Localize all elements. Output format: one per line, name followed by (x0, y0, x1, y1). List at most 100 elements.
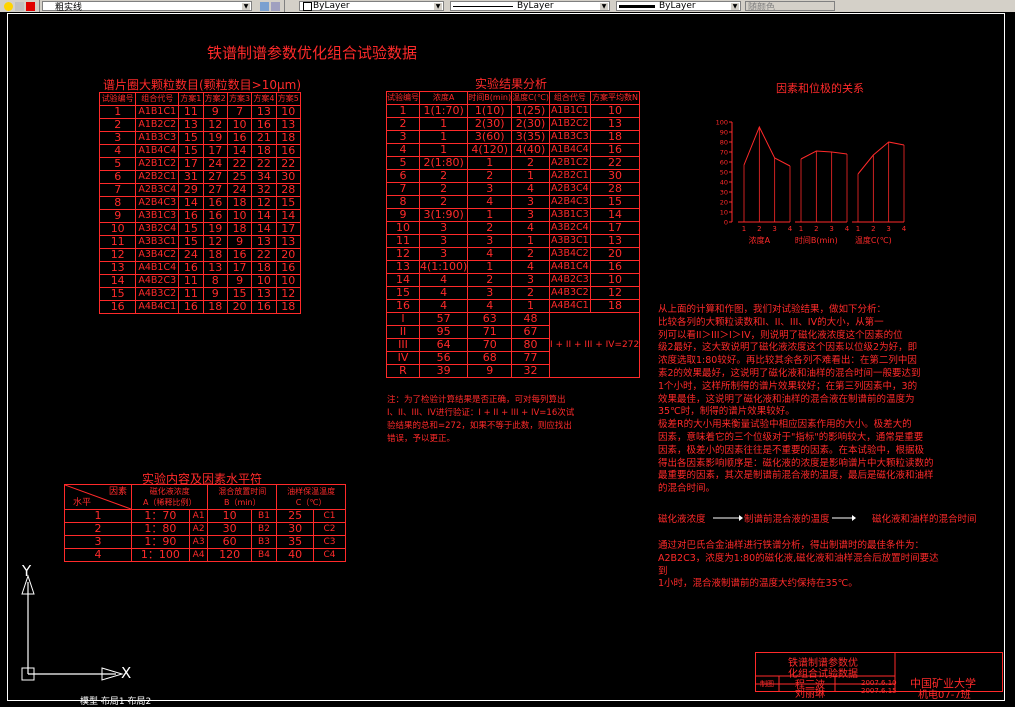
chevron-down-icon[interactable]: ▼ (242, 3, 250, 10)
table-cell: 1：90 (131, 535, 190, 549)
table-cell: 1 (511, 299, 550, 313)
table-row: 8 2 4 3 A2B4C3 15 (386, 195, 641, 209)
table-cell: 17 (589, 221, 641, 235)
table-cell: 2(1:80) (418, 156, 469, 170)
table-cell: 2 (418, 182, 469, 196)
table-cell: 2 (64, 522, 132, 536)
table-cell: 16 (98, 300, 137, 314)
chevron-down-icon[interactable]: ▼ (434, 3, 442, 10)
table-cell: 10 (226, 118, 253, 132)
table-cell: 30 (207, 522, 252, 536)
lineweight-select[interactable]: ByLayer ▼ (616, 1, 741, 11)
table-cell: 17 (202, 144, 228, 158)
table1-title: 谱片圈大颗粒数目(颗粒数目>10μm) (103, 78, 302, 92)
table-cell: A1B3C3 (135, 131, 180, 145)
text-line: 得出各因素影响顺序是：磁化液的浓度是影响谱片中大颗粒读数的 (658, 457, 934, 469)
table-cell: A3B2C4 (548, 221, 591, 235)
layer-state-icon[interactable] (4, 1, 13, 11)
table-cell: 9 (202, 105, 228, 119)
table-cell: 6 (386, 169, 420, 183)
table-cell: 3 (418, 221, 469, 235)
y-tick-label: 80 (720, 139, 728, 147)
color-select-value: ByLayer (313, 1, 350, 11)
chevron-down-icon[interactable]: ▼ (731, 3, 739, 10)
color-select[interactable]: ByLayer ▼ (299, 1, 444, 11)
text-line: 35℃时，制得的谱片效果较好。 (658, 406, 795, 418)
layer-color-icon[interactable] (26, 1, 35, 11)
table-cell: 16 (202, 196, 228, 210)
table-row: 11 3 3 1 A3B3C1 13 (386, 234, 641, 248)
layer-lock-icon[interactable] (15, 1, 24, 11)
table-cell: 24 (178, 248, 204, 262)
table-header-cell: 温度C(℃) (511, 91, 550, 105)
table-cell: B1 (250, 509, 278, 523)
text-line: 极差R的大小用来衡量试验中相应因素作用的大小。极差大的 (658, 419, 912, 431)
table-header-cell: 混合放置时间 B（min） (207, 484, 278, 510)
color-swatch-icon (303, 1, 312, 11)
table-cell: 22 (275, 157, 302, 171)
table-cell: 13 (589, 234, 641, 248)
table-cell: 14 (98, 274, 137, 288)
table-cell: 8 (98, 196, 137, 210)
table-cell: 24 (226, 183, 253, 197)
text-line: 因素，意味着它的三个位级对于"指标"的影响较大，通常是重要 (658, 431, 924, 443)
note-line: I、II、III、IV进行验证：I + II + III + IV=16次试 (387, 408, 575, 418)
table-cell: C3 (313, 535, 346, 549)
drawing-canvas[interactable]: 铁谱制谱参数优化组合试验数据 谱片圈大颗粒数目(颗粒数目>10μm) 试验编号组… (0, 12, 1015, 703)
layer-previous-icon[interactable] (271, 1, 280, 11)
table-cell: 13 (589, 117, 641, 131)
table-cell: 17 (226, 261, 253, 275)
table-cell: 2 (511, 247, 550, 261)
table-row: 6 2 2 1 A2B2C1 30 (386, 169, 641, 183)
table1: 试验编号 组合代号 方案1 方案2 方案3 方案4 方案5 1 A1B1C1 11 9 7 13 10 2 A… (98, 92, 302, 314)
table-cell: 18 (589, 299, 641, 313)
chevron-down-icon[interactable]: ▼ (600, 3, 608, 10)
table-row: 试验编号 浓度A 时间B(min) 温度C(℃) 组合代号 方案平均数N (386, 91, 641, 105)
table-cell: A3B3C1 (548, 234, 591, 248)
table-cell: 3 (467, 234, 513, 248)
x-tick-label: 2 (871, 225, 875, 233)
table2: 试验编号 浓度A 时间B(min) 温度C(℃) 组合代号 方案平均数N 1 1(1:70) 1… (386, 91, 641, 378)
x-tick-label: 4 (788, 225, 793, 233)
note-line: 错误，予以更正。 (387, 434, 456, 444)
table-cell: 13 (251, 287, 277, 301)
table-cell: 4(40) (511, 143, 550, 157)
y-tick-label: 100 (716, 119, 728, 127)
table-cell: 10 (275, 105, 302, 119)
table-cell: 1 (418, 130, 469, 144)
linetype-property-select[interactable]: ByLayer ▼ (450, 1, 610, 11)
table-cell: 77 (511, 351, 550, 365)
layout-tabs[interactable]: 模型 布局1 布局2 (80, 694, 151, 707)
table3: 因素 水平 磁化液浓度 A（稀释比例） 混合放置时间 B（min） 油样保温温度 C（℃） 1 1… (64, 484, 346, 562)
table-cell: A2 (188, 522, 209, 536)
table-cell: 3 (511, 273, 550, 287)
linetype-select[interactable]: 粗实线 ▼ (42, 1, 252, 12)
table-cell: A1B3C3 (548, 130, 591, 144)
table-cell: 19 (202, 131, 228, 145)
table-cell: A2B3C4 (548, 182, 591, 196)
table-cell: R (386, 364, 420, 378)
header-line: C（℃） (295, 498, 327, 507)
x-tick-label: 4 (845, 225, 850, 233)
table-cell: A3B2C4 (135, 222, 180, 236)
table-cell: 22 (251, 157, 277, 171)
table-cell: 10 (98, 222, 137, 236)
table-cell: 9 (98, 209, 137, 223)
table-cell: 16 (275, 261, 302, 275)
table-cell: 10 (589, 273, 641, 287)
table-cell: 1：70 (131, 509, 190, 523)
table-cell: 15 (589, 195, 641, 209)
text-line: 通过对巴氏合金油样进行铁谱分析，得出制谱时的最佳条件为： (658, 540, 925, 551)
text-line: 浓度选取1:80较好。再比较其余各列不难看出：在第二列中因 (658, 355, 917, 367)
table-cell: 13 (178, 118, 204, 132)
titleblock-date-1-cell: 2007.6.10 (861, 679, 897, 687)
table-cell: 14 (386, 273, 420, 287)
table-cell: 68 (467, 351, 513, 365)
table-cell: 12 (98, 248, 137, 262)
x-tick-label: 3 (829, 225, 833, 233)
layers-icon[interactable] (260, 1, 269, 11)
table-row: 因素 水平 磁化液浓度 A（稀释比例） 混合放置时间 B（min） 油样保温温度 C（℃） (64, 484, 346, 510)
text-line: 从上面的计算和作图，我们对试验结果，做如下分析： (658, 304, 887, 315)
table-cell: A2B1C2 (548, 156, 591, 170)
plotstyle-select[interactable]: 随颜色 (745, 1, 835, 12)
